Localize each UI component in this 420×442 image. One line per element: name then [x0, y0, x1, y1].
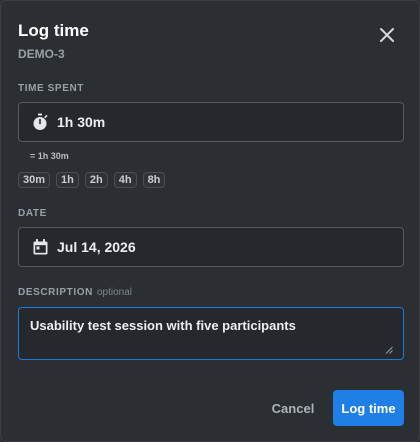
time-spent-value: 1h 30m [57, 114, 106, 130]
time-spent-field[interactable]: 1h 30m [18, 102, 404, 142]
calendar-icon [31, 238, 49, 256]
stopwatch-icon [31, 113, 49, 131]
date-label: DATE [18, 208, 47, 219]
time-spent-hint: = 1h 30m [30, 151, 69, 161]
description-textarea[interactable]: Usability test session with five partici… [18, 307, 404, 360]
preset-1h-chip[interactable]: 1h [56, 172, 79, 188]
date-value: Jul 14, 2026 [57, 239, 136, 255]
resize-handle-icon[interactable] [385, 346, 393, 354]
date-field[interactable]: Jul 14, 2026 [18, 227, 404, 267]
dialog-title: Log time [18, 21, 89, 40]
cancel-button[interactable]: Cancel [263, 390, 323, 426]
issue-key: DEMO-3 [18, 47, 65, 61]
preset-30m-chip[interactable]: 30m [18, 172, 51, 188]
close-icon [380, 28, 394, 42]
close-button[interactable] [373, 21, 401, 49]
description-label: DESCRIPTION optional [18, 287, 132, 298]
log-time-dialog: Log time DEMO-3 TIME SPENT 1h 30m = 1h 3… [0, 0, 420, 442]
description-label-text: DESCRIPTION [18, 287, 93, 298]
log-time-button[interactable]: Log time [333, 390, 404, 426]
preset-4h-chip[interactable]: 4h [113, 172, 137, 188]
time-presets: 30m 1h 2h 4h 8h [18, 172, 166, 188]
preset-2h-chip[interactable]: 2h [84, 172, 108, 188]
description-text: Usability test session with five partici… [30, 318, 296, 333]
optional-tag: optional [96, 287, 132, 298]
time-spent-label: TIME SPENT [18, 83, 85, 94]
preset-8h-chip[interactable]: 8h [142, 172, 166, 188]
